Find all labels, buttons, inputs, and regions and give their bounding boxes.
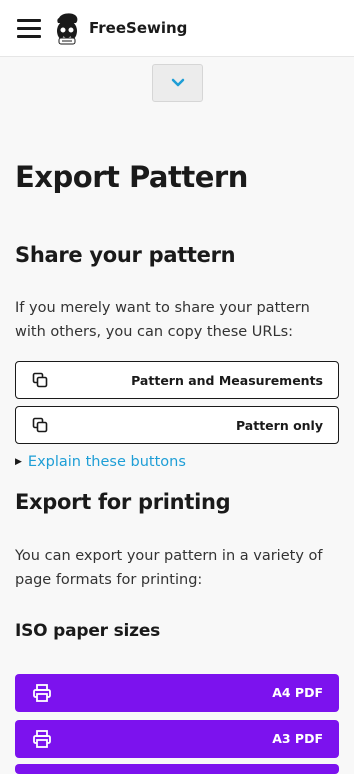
button-label: Pattern only [235,418,323,433]
print-heading: Export for printing [15,490,231,514]
iso-heading: ISO paper sizes [15,621,161,641]
disclosure-triangle-icon: ▶ [15,457,22,467]
top-bar: FreeSewing [0,0,354,57]
button-label: Pattern and Measurements [131,373,323,388]
expand-toggle-button[interactable] [152,64,203,102]
printer-icon [33,684,51,702]
copy-icon [32,417,48,433]
brand-name[interactable]: FreeSewing [89,19,187,37]
explain-link[interactable]: Explain these buttons [28,454,186,470]
export-a3-pdf-button[interactable]: A3 PDF [15,720,339,758]
button-label: A4 PDF [272,685,323,700]
copy-pattern-and-measurements-button[interactable]: Pattern and Measurements [15,361,339,399]
explain-buttons-toggle[interactable]: ▶ Explain these buttons [15,454,186,470]
button-label: A3 PDF [272,731,323,746]
print-description: You can export your pattern in a variety… [15,548,323,588]
page-title: Export Pattern [15,160,248,194]
share-description: If you merely want to share your pattern… [15,300,310,340]
export-next-pdf-button[interactable] [15,764,339,774]
chevron-down-icon [171,78,185,87]
freesewing-logo[interactable] [53,12,81,46]
export-a4-pdf-button[interactable]: A4 PDF [15,674,339,712]
hamburger-icon[interactable] [17,18,41,38]
copy-pattern-only-button[interactable]: Pattern only [15,406,339,444]
share-heading: Share your pattern [15,243,236,267]
copy-icon [32,372,48,388]
printer-icon [33,730,51,748]
